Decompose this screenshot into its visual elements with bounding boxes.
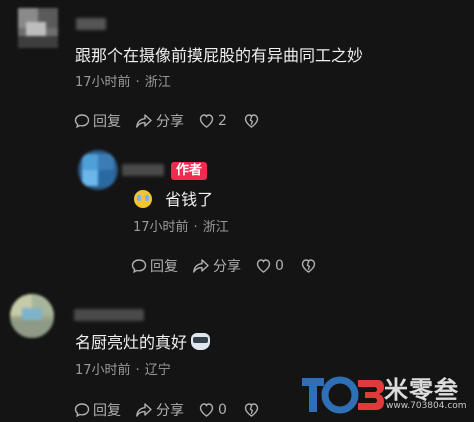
share-arrow-icon (136, 403, 152, 417)
comment-actions: 回复 分享 0 (74, 399, 260, 421)
comment-actions: 回复 分享 0 (131, 255, 317, 277)
speech-bubble-icon (131, 259, 147, 274)
heart-icon (199, 114, 214, 128)
comment-location: 辽宁 (144, 363, 171, 378)
meta-separator: · (135, 75, 140, 90)
share-button[interactable]: 分享 (192, 256, 241, 276)
meta-separator: · (193, 220, 198, 235)
broken-heart-icon (301, 259, 316, 273)
author-badge: 作者 (171, 162, 208, 180)
user-avatar[interactable] (78, 150, 118, 190)
share-label: 分享 (156, 114, 184, 130)
comment-text: 跟那个在摄像前摸屁股的有异曲同工之妙 (75, 46, 364, 65)
like-count: 0 (218, 402, 227, 418)
speech-bubble-icon (74, 114, 90, 129)
like-button[interactable]: 2 (198, 113, 227, 129)
reply-button[interactable]: 回复 (131, 256, 178, 276)
reply-label: 回复 (93, 403, 121, 419)
dislike-button[interactable] (300, 258, 317, 274)
user-avatar[interactable] (10, 294, 54, 338)
like-button[interactable]: 0 (255, 258, 284, 274)
reply-label: 回复 (150, 259, 178, 275)
comment-meta: 17小时前 · 辽宁 (75, 362, 171, 380)
share-button[interactable]: 分享 (135, 111, 184, 131)
comment-text: 名厨亮灶的真好 (75, 332, 211, 354)
comment-text-body: 省钱了 (165, 190, 214, 209)
watermark-text: 米零叁 (384, 375, 459, 404)
share-arrow-icon (193, 259, 209, 273)
comment-meta: 17小时前 · 浙江 (75, 74, 171, 92)
comment-time: 17小时前 (133, 220, 189, 235)
reply-button[interactable]: 回复 (74, 111, 121, 131)
share-label: 分享 (213, 259, 241, 275)
username-obscured[interactable] (74, 309, 144, 321)
comment-location: 浙江 (202, 220, 229, 235)
comment-location: 浙江 (144, 75, 171, 90)
dislike-button[interactable] (243, 113, 260, 129)
dislike-button[interactable] (243, 402, 260, 418)
like-count: 2 (218, 113, 227, 129)
comment-text: 省钱了 (134, 189, 213, 211)
share-label: 分享 (156, 403, 184, 419)
comment-time: 17小时前 (75, 363, 131, 378)
heart-icon (199, 403, 214, 417)
crying-face-emoji-icon (134, 190, 152, 208)
broken-heart-icon (244, 114, 259, 128)
cool-cat-emoji-icon (191, 333, 211, 350)
comment-text-body: 名厨亮灶的真好 (75, 333, 188, 352)
comment-actions: 回复 分享 2 (74, 110, 260, 132)
heart-icon (256, 259, 271, 273)
watermark-url: www.703804.com (386, 401, 467, 411)
like-button[interactable]: 0 (198, 402, 227, 418)
reply-label: 回复 (93, 114, 121, 130)
comment-meta: 17小时前 · 浙江 (133, 219, 229, 237)
comment-time: 17小时前 (75, 75, 131, 90)
meta-separator: · (135, 363, 140, 378)
like-count: 0 (275, 258, 284, 274)
reply-button[interactable]: 回复 (74, 400, 121, 420)
speech-bubble-icon (74, 403, 90, 418)
share-button[interactable]: 分享 (135, 400, 184, 420)
share-arrow-icon (136, 114, 152, 128)
broken-heart-icon (244, 403, 259, 417)
username-obscured[interactable] (122, 164, 164, 176)
watermark-logo (302, 376, 384, 414)
user-avatar[interactable] (18, 8, 58, 48)
username-obscured[interactable] (76, 18, 106, 30)
